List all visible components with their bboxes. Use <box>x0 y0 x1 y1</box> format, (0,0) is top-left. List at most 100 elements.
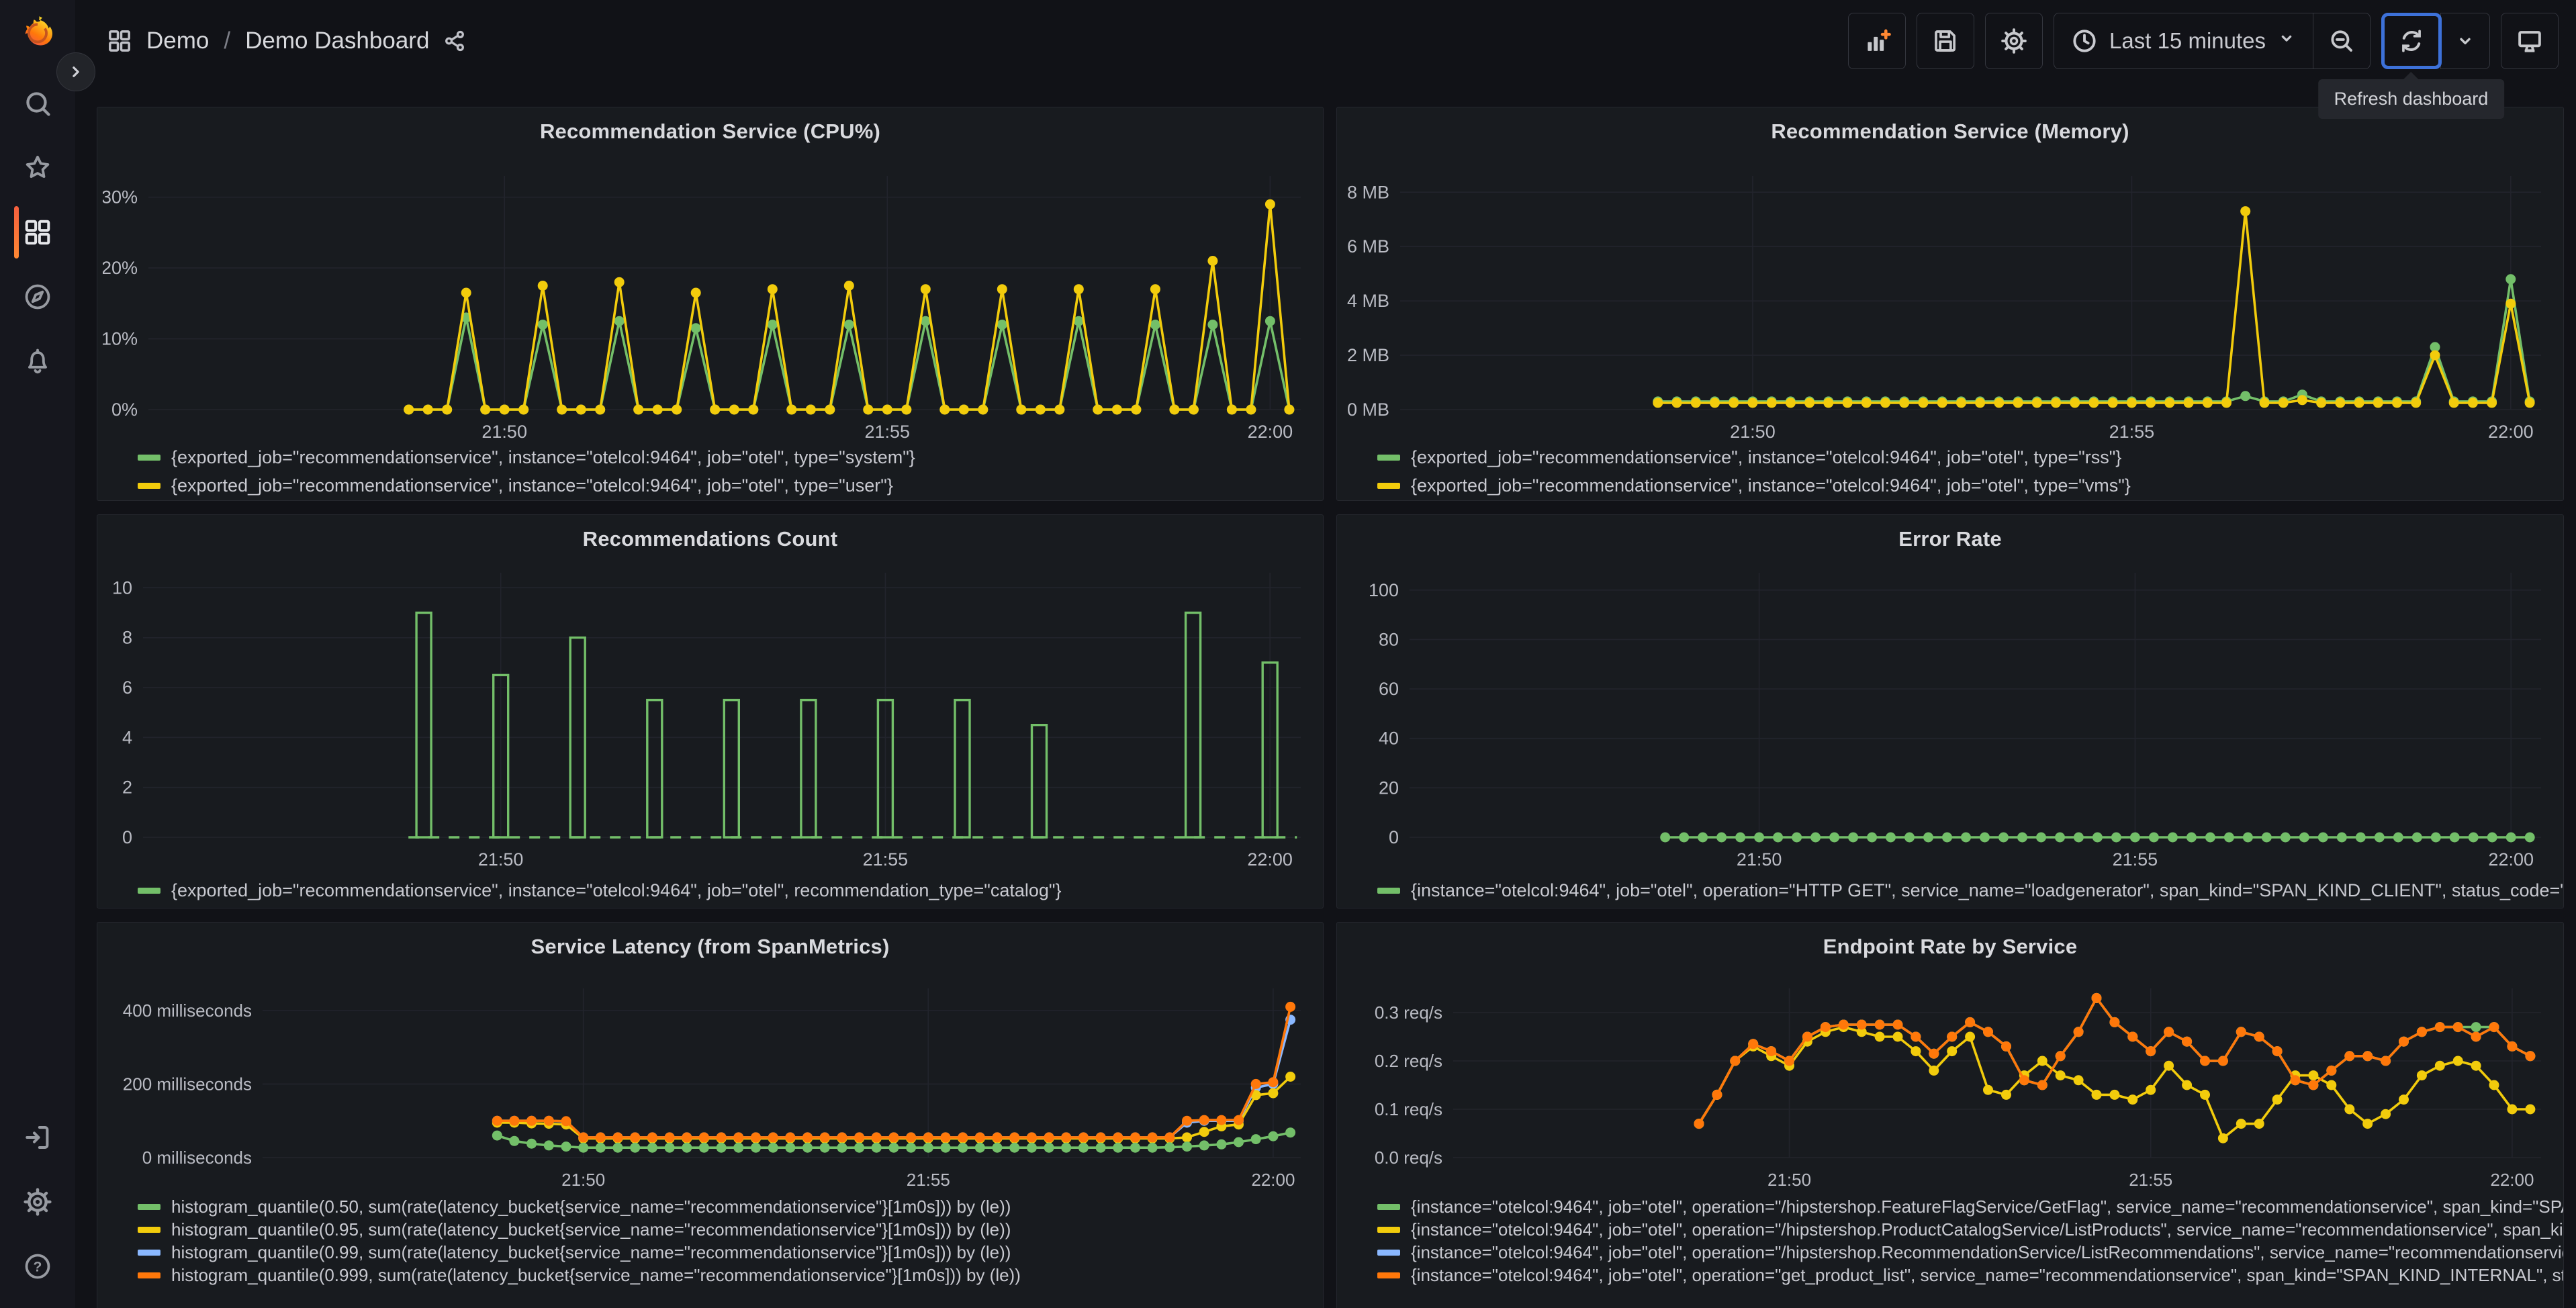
topbar: Demo / Demo Dashboard Last 15 minutes Re… <box>75 0 2576 119</box>
breadcrumb-dashboard[interactable]: Demo Dashboard <box>245 28 429 54</box>
chart-endpoint-rate[interactable]: 0.0 req/s 0.1 req/s 0.2 req/s 0.3 req/s 21:5… <box>1342 971 2557 1193</box>
legend-recommendations-count: {exported_job="recommendationservice", i… <box>97 872 1323 906</box>
chevron-down-icon <box>2281 35 2292 42</box>
svg-text:4: 4 <box>122 727 132 747</box>
svg-text:30%: 30% <box>103 187 138 207</box>
sidebar-item-help[interactable]: ? <box>5 1234 70 1299</box>
chart-error-rate[interactable]: 0 20 40 60 80 100 21:50 21:55 22:00 <box>1342 563 2557 872</box>
chart-memory[interactable]: 0 MB 2 MB 4 MB 6 MB 8 MB 21:50 21:55 22:00 <box>1342 156 2557 440</box>
panel-title-endpoint-rate[interactable]: Endpoint Rate by Service <box>1337 923 2563 971</box>
svg-text:400 milliseconds: 400 milliseconds <box>123 1000 252 1021</box>
svg-text:0.2 req/s: 0.2 req/s <box>1375 1051 1442 1071</box>
monitor-icon <box>2518 31 2541 52</box>
apps-icon <box>25 220 50 245</box>
legend-item[interactable]: {exported_job="recommendationservice", i… <box>138 875 1323 906</box>
legend-label: {instance="otelcol:9464", job="otel", op… <box>1411 1242 2563 1262</box>
clock-icon <box>2073 30 2096 52</box>
grafana-logo[interactable] <box>18 11 57 52</box>
legend-swatch <box>138 1203 160 1210</box>
sidebar-item-alerting[interactable] <box>5 329 70 393</box>
panel-title-recommendations-count[interactable]: Recommendations Count <box>97 515 1323 563</box>
refresh-group: Refresh dashboard <box>2317 13 2505 119</box>
sidebar-bottom: ? <box>5 1105 70 1299</box>
legend-item[interactable]: histogram_quantile(0.999, sum(rate(laten… <box>138 1264 1323 1287</box>
sidebar-expand-button[interactable] <box>56 52 95 91</box>
sidebar-item-settings[interactable] <box>5 1170 70 1234</box>
svg-text:0.1 req/s: 0.1 req/s <box>1375 1099 1442 1119</box>
kiosk-mode-button[interactable] <box>2501 13 2559 69</box>
legend-error-rate: {instance="otelcol:9464", job="otel", op… <box>1337 872 2563 906</box>
svg-text:200 milliseconds: 200 milliseconds <box>123 1074 252 1094</box>
legend-label: {exported_job="recommendationservice", i… <box>171 880 1062 900</box>
legend-swatch <box>1377 454 1400 461</box>
svg-text:21:50: 21:50 <box>1730 422 1776 440</box>
chart-cpu[interactable]: 0% 10% 20% 30% 21:50 21:55 22:00 <box>103 156 1317 440</box>
legend-item[interactable]: {instance="otelcol:9464", job="otel", op… <box>1377 1264 2563 1287</box>
svg-text:0.3 req/s: 0.3 req/s <box>1375 1002 1442 1023</box>
legend-item[interactable]: {exported_job="recommendationservice", i… <box>1377 443 2563 471</box>
legend-swatch <box>138 887 160 894</box>
svg-text:22:00: 22:00 <box>2488 849 2534 870</box>
legend-item[interactable]: {exported_job="recommendationservice", i… <box>138 471 1323 500</box>
chevron-right-icon <box>73 66 79 77</box>
panel-title-cpu[interactable]: Recommendation Service (CPU%) <box>97 107 1323 156</box>
svg-text:21:50: 21:50 <box>1737 849 1782 870</box>
svg-text:21:55: 21:55 <box>2109 422 2155 440</box>
svg-text:21:55: 21:55 <box>863 849 909 870</box>
add-panel-button[interactable] <box>1848 13 1906 69</box>
panel-recommendations-count: Recommendations Count 0 2 4 6 8 10 21:50 21:55 22… <box>97 514 1324 908</box>
chart-service-latency[interactable]: 0 milliseconds 200 milliseconds 400 millis… <box>103 971 1317 1193</box>
legend-swatch <box>1377 1249 1400 1256</box>
legend-item[interactable]: histogram_quantile(0.50, sum(rate(latenc… <box>138 1195 1323 1218</box>
panel-service-latency: Service Latency (from SpanMetrics) 0 mill… <box>97 922 1324 1308</box>
refresh-interval-caret-button[interactable] <box>2440 13 2490 69</box>
legend-item[interactable]: {instance="otelcol:9464", job="otel", op… <box>1377 1241 2563 1264</box>
sidebar-item-explore[interactable] <box>5 265 70 329</box>
panel-title-service-latency[interactable]: Service Latency (from SpanMetrics) <box>97 923 1323 971</box>
gear-icon <box>24 1188 52 1216</box>
compass-icon <box>25 284 50 310</box>
svg-text:22:00: 22:00 <box>2488 422 2534 440</box>
legend-item[interactable]: {instance="otelcol:9464", job="otel", op… <box>1377 1218 2563 1241</box>
legend-swatch <box>138 1249 160 1256</box>
save-icon <box>1935 30 1956 52</box>
legend-label: {instance="otelcol:9464", job="otel", op… <box>1411 1219 2563 1240</box>
dashboard-settings-button[interactable] <box>1985 13 2043 69</box>
panel-error-rate: Error Rate 0 20 40 60 80 100 21:50 21:55 22:00 {in… <box>1336 514 2564 908</box>
time-range-picker[interactable]: Last 15 minutes <box>2054 13 2313 69</box>
svg-text:80: 80 <box>1379 629 1399 649</box>
legend-item[interactable]: {instance="otelcol:9464", job="otel", op… <box>1377 1195 2563 1218</box>
save-dashboard-button[interactable] <box>1917 13 1975 69</box>
breadcrumb-folder[interactable]: Demo <box>146 28 209 54</box>
legend-item[interactable]: histogram_quantile(0.99, sum(rate(latenc… <box>138 1241 1323 1264</box>
sidebar-item-starred[interactable] <box>5 136 70 200</box>
svg-text:0: 0 <box>1389 827 1399 847</box>
legend-item[interactable]: {instance="otelcol:9464", job="otel", op… <box>1377 875 2563 906</box>
legend-item[interactable]: histogram_quantile(0.95, sum(rate(latenc… <box>138 1218 1323 1241</box>
refresh-button[interactable]: Refresh dashboard <box>2317 13 2505 119</box>
legend-label: {exported_job="recommendationservice", i… <box>171 475 893 496</box>
svg-text:21:55: 21:55 <box>865 422 911 440</box>
legend-item[interactable]: {exported_job="recommendationservice", i… <box>138 443 1323 471</box>
panel-cpu: Recommendation Service (CPU%) 0% 10% 20% 30%… <box>97 107 1324 501</box>
svg-text:20%: 20% <box>103 258 138 278</box>
svg-text:?: ? <box>34 1260 42 1275</box>
svg-text:21:55: 21:55 <box>907 1170 950 1190</box>
svg-text:4 MB: 4 MB <box>1347 291 1389 311</box>
legend-swatch <box>138 482 160 489</box>
legend-label: histogram_quantile(0.999, sum(rate(laten… <box>171 1264 1021 1285</box>
share-icon[interactable] <box>443 29 467 53</box>
apps-icon <box>109 30 130 52</box>
legend-swatch <box>1377 1203 1400 1210</box>
legend-item[interactable]: {exported_job="recommendationservice", i… <box>1377 471 2563 500</box>
sidebar-item-sign-in[interactable] <box>5 1105 70 1170</box>
sidebar-item-dashboards[interactable] <box>5 200 70 265</box>
zoom-out-time-button[interactable] <box>2312 13 2371 69</box>
panel-endpoint-rate: Endpoint Rate by Service 0.0 req/s 0.1 req… <box>1336 922 2564 1308</box>
panel-title-error-rate[interactable]: Error Rate <box>1337 515 2563 563</box>
add-panel-icon <box>1868 29 1891 51</box>
legend-swatch <box>138 1226 160 1233</box>
chart-recommendations-count[interactable]: 0 2 4 6 8 10 21:50 21:55 22:00 <box>103 563 1317 872</box>
svg-text:10%: 10% <box>103 329 138 349</box>
legend-swatch <box>1377 1272 1400 1278</box>
